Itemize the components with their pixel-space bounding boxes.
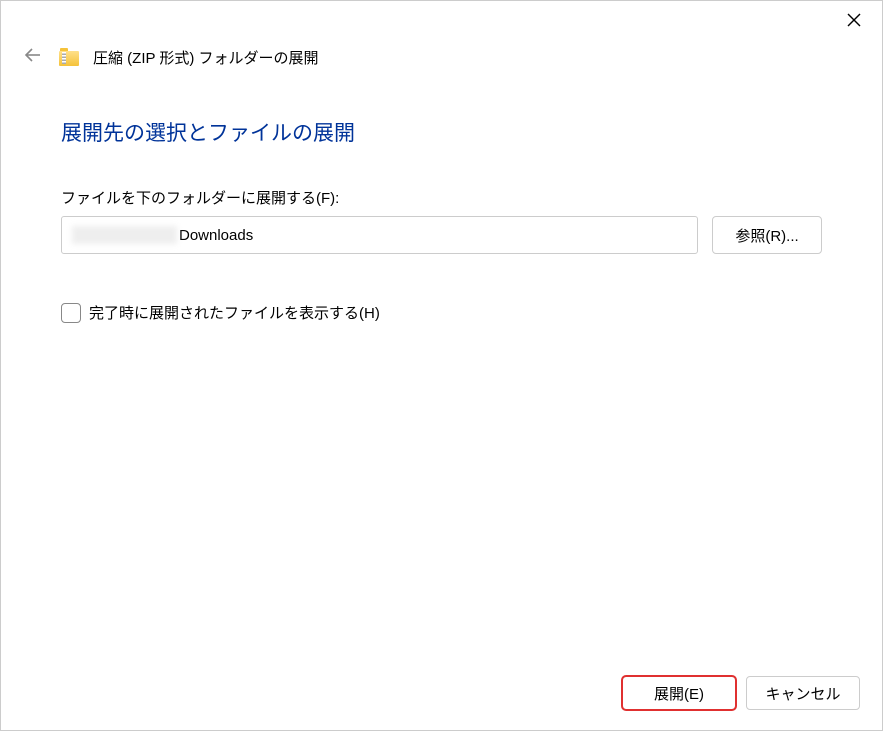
back-arrow-icon — [24, 46, 42, 69]
show-files-checkbox-label[interactable]: 完了時に展開されたファイルを表示する(H) — [89, 302, 380, 323]
wizard-header: 圧縮 (ZIP 形式) フォルダーの展開 — [1, 41, 882, 81]
path-visible-segment: Downloads — [179, 227, 253, 244]
close-icon — [846, 12, 862, 31]
show-files-checkbox-row: 完了時に展開されたファイルを表示する(H) — [61, 302, 822, 323]
destination-row: Downloads 参照(R)... — [61, 216, 822, 254]
titlebar — [1, 1, 882, 41]
destination-label: ファイルを下のフォルダーに展開する(F): — [61, 187, 822, 208]
close-button[interactable] — [842, 9, 866, 33]
main-heading: 展開先の選択とファイルの展開 — [61, 117, 822, 147]
extract-button[interactable]: 展開(E) — [622, 676, 736, 710]
footer-buttons: 展開(E) キャンセル — [1, 660, 882, 730]
back-button[interactable] — [21, 45, 45, 69]
path-redacted-segment — [72, 226, 177, 244]
content-area: 展開先の選択とファイルの展開 ファイルを下のフォルダーに展開する(F): Dow… — [1, 81, 882, 660]
extract-wizard-window: 圧縮 (ZIP 形式) フォルダーの展開 展開先の選択とファイルの展開 ファイル… — [0, 0, 883, 731]
zip-folder-icon — [59, 48, 79, 66]
destination-path-input[interactable]: Downloads — [61, 216, 698, 254]
show-files-checkbox[interactable] — [61, 303, 81, 323]
browse-button[interactable]: 参照(R)... — [712, 216, 822, 254]
wizard-title: 圧縮 (ZIP 形式) フォルダーの展開 — [93, 47, 319, 68]
cancel-button[interactable]: キャンセル — [746, 676, 860, 710]
